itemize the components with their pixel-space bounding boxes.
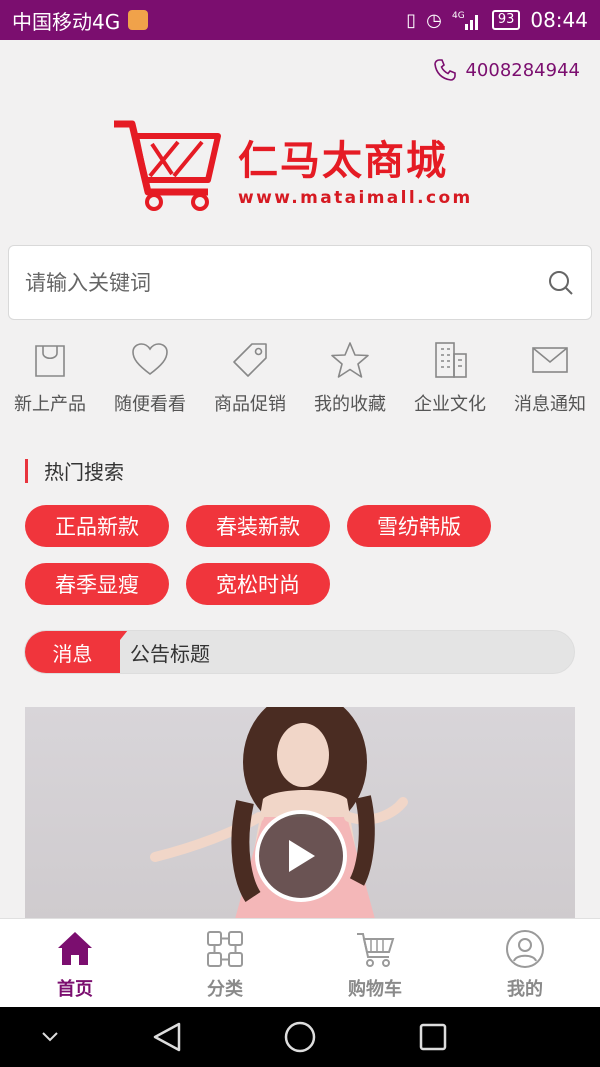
svg-text:4G: 4G — [452, 11, 465, 21]
quick-nav-label: 新上产品 — [14, 394, 86, 415]
home-button-icon[interactable] — [283, 1020, 317, 1054]
shopping-bag-icon — [35, 345, 65, 377]
tab-profile[interactable]: 我的 — [450, 919, 600, 1007]
tab-label: 首页 — [57, 979, 93, 1000]
carrier-group: 中国移动4G — [12, 6, 149, 35]
bottom-tab-bar: 首页 分类 购物车 我的 — [0, 918, 600, 1007]
notice-text: 公告标题 — [130, 641, 210, 666]
quick-nav-messages[interactable]: 消息通知 — [500, 340, 600, 416]
quick-nav-label: 商品促销 — [214, 394, 286, 415]
hot-search-title: 热门搜索 — [25, 456, 124, 485]
notice-label: 消息 — [25, 631, 128, 673]
hotline-number: 4008284944 — [465, 59, 580, 81]
search-bar[interactable] — [8, 245, 592, 320]
system-nav-bar — [0, 1007, 600, 1067]
search-icon[interactable] — [547, 269, 575, 297]
clock: 08:44 — [530, 8, 588, 32]
hot-search-tag[interactable]: 正品新款 — [25, 505, 169, 547]
quick-nav-label: 企业文化 — [414, 394, 486, 415]
logo-text: 仁马太商城 www.mataimall.com — [238, 128, 473, 208]
carrier-name: 中国移动4G — [12, 9, 121, 34]
star-icon — [331, 342, 369, 378]
quick-nav-label: 消息通知 — [514, 394, 586, 415]
quick-nav: 新上产品 随便看看 商品促销 我的收藏 企业文化 消息通知 — [0, 340, 600, 416]
store-url: www.mataimall.com — [238, 188, 473, 208]
back-icon[interactable] — [152, 1021, 182, 1053]
quick-nav-browse[interactable]: 随便看看 — [100, 340, 200, 416]
quick-nav-culture[interactable]: 企业文化 — [400, 340, 500, 416]
heart-icon — [132, 343, 168, 376]
store-logo: 仁马太商城 www.mataimall.com — [112, 118, 492, 212]
vibrate-icon: ▯ — [406, 9, 417, 31]
store-name: 仁马太商城 — [238, 138, 448, 184]
category-icon — [207, 931, 243, 967]
tab-label: 我的 — [507, 979, 543, 1000]
building-icon — [435, 342, 467, 378]
tab-label: 分类 — [207, 979, 243, 1000]
signal-icon: 4G — [452, 11, 478, 30]
tab-label: 购物车 — [348, 979, 402, 1000]
status-icons: ▯ ◷ 4G 93 08:44 — [406, 8, 588, 32]
quick-nav-label: 我的收藏 — [314, 394, 386, 415]
home-icon — [58, 932, 92, 965]
notification-app-icon — [128, 10, 149, 30]
hot-search-tag[interactable]: 宽松时尚 — [186, 563, 330, 605]
tab-category[interactable]: 分类 — [150, 919, 300, 1007]
section-marker — [25, 458, 28, 483]
envelope-icon — [532, 347, 568, 373]
quick-nav-promotions[interactable]: 商品促销 — [200, 340, 300, 416]
search-input[interactable] — [25, 270, 547, 295]
user-icon — [506, 930, 544, 968]
tab-cart[interactable]: 购物车 — [300, 919, 450, 1007]
tag-icon — [233, 343, 267, 377]
quick-nav-new-products[interactable]: 新上产品 — [0, 340, 100, 416]
promo-video[interactable] — [25, 707, 575, 919]
quick-nav-favorites[interactable]: 我的收藏 — [300, 340, 400, 416]
hot-search-heading: 热门搜索 — [44, 460, 124, 484]
cart-icon — [357, 933, 395, 967]
status-bar: 中国移动4G ▯ ◷ 4G 93 08:44 — [0, 0, 600, 40]
hotline[interactable]: 4008284944 — [433, 58, 580, 82]
alarm-icon: ◷ — [426, 9, 442, 31]
chevron-down-icon[interactable] — [40, 1031, 60, 1043]
play-button[interactable] — [255, 810, 347, 902]
battery-icon: 93 — [491, 10, 521, 30]
notice-bar[interactable]: 消息 公告标题 — [24, 630, 575, 674]
hot-search-tag[interactable]: 雪纺韩版 — [347, 505, 491, 547]
hot-search-tag[interactable]: 春季显瘦 — [25, 563, 169, 605]
quick-nav-label: 随便看看 — [114, 394, 186, 415]
tab-home[interactable]: 首页 — [0, 919, 150, 1007]
recents-icon[interactable] — [418, 1022, 448, 1052]
phone-icon — [434, 59, 457, 81]
play-icon — [289, 840, 315, 872]
hot-search-tag[interactable]: 春装新款 — [186, 505, 330, 547]
cart-logo-icon — [114, 120, 221, 211]
